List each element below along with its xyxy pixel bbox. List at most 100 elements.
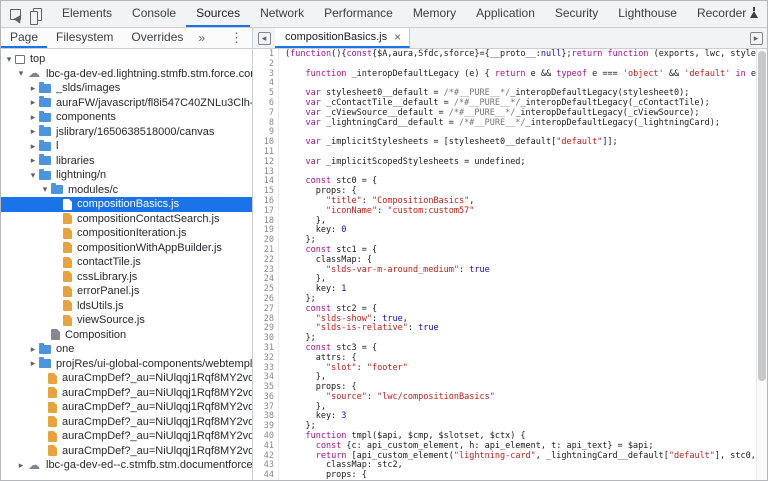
expander-icon[interactable]: ▸ bbox=[27, 98, 39, 107]
more-tabs-icon[interactable]: » bbox=[192, 28, 211, 48]
tree-item[interactable]: ldsUtils.js bbox=[1, 299, 252, 314]
tree-item[interactable]: ▾ modules/c bbox=[1, 183, 252, 198]
tree-item[interactable]: ▾ lightning/n bbox=[1, 168, 252, 183]
folder-icon bbox=[39, 357, 51, 369]
tree-item[interactable]: Composition bbox=[1, 328, 252, 343]
devtools-tab-application[interactable]: Application bbox=[466, 1, 545, 27]
tree-item-label: errorPanel.js bbox=[77, 285, 140, 298]
navigator-toggle-icon[interactable] bbox=[253, 28, 275, 48]
tree-item[interactable]: ▸ l bbox=[1, 139, 252, 154]
code-line: function _interopDefaultLegacy (e) { ret… bbox=[305, 68, 756, 79]
tab-label: Memory bbox=[412, 6, 457, 20]
tree-item[interactable]: viewSource.js bbox=[1, 313, 252, 328]
tree-item[interactable]: ▸ one bbox=[1, 342, 252, 357]
open-file-tab[interactable]: compositionBasics.js × bbox=[275, 28, 411, 48]
expander-icon[interactable]: ▸ bbox=[27, 344, 39, 354]
code-line: "slds-is-relative": true bbox=[315, 323, 439, 334]
tree-item-label: Composition bbox=[65, 328, 127, 341]
inspect-element-icon[interactable] bbox=[10, 8, 21, 20]
tree-item[interactable]: ▾ top bbox=[1, 52, 252, 67]
frame-icon bbox=[15, 54, 25, 64]
tree-item[interactable]: compositionWithAppBuilder.js bbox=[1, 241, 252, 256]
expander-icon[interactable]: ▸ bbox=[27, 359, 39, 368]
tree-item[interactable]: compositionBasics.js bbox=[1, 197, 252, 212]
devtools-tab-lighthouse[interactable]: Lighthouse bbox=[608, 1, 687, 27]
scrollbar-thumb[interactable] bbox=[758, 51, 766, 381]
tree-item-label: l bbox=[56, 140, 59, 153]
tree-item-label: auraCmpDef?_au=NiUlqqj1Rqf8MY2vqe_wkA&_c bbox=[62, 372, 252, 385]
devtools-tab-performance[interactable]: Performance bbox=[314, 1, 403, 27]
tree-item-label: cssLibrary.js bbox=[77, 270, 138, 283]
devtools-tab-memory[interactable]: Memory bbox=[403, 1, 466, 27]
devtools-tab-sources[interactable]: Sources bbox=[186, 1, 251, 27]
expander-icon[interactable]: ▾ bbox=[3, 54, 15, 64]
close-tab-icon[interactable]: × bbox=[394, 31, 401, 43]
tree-item[interactable]: ▸ libraries bbox=[1, 154, 252, 169]
tree-item-label: compositionBasics.js bbox=[77, 198, 180, 211]
tree-item[interactable]: ▸ components bbox=[1, 110, 252, 125]
devtools-tab-console[interactable]: Console bbox=[122, 1, 186, 27]
tree-item[interactable]: auraCmpDef?_au=NiUlqqj1Rqf8MY2vqe_wkA&_c bbox=[1, 371, 252, 386]
tree-item[interactable]: errorPanel.js bbox=[1, 284, 252, 299]
tree-item-label: ldsUtils.js bbox=[77, 299, 124, 312]
devtools-body: PageFilesystemOverrides » ⋮ ▾top▾lbc-ga-… bbox=[1, 28, 767, 480]
expander-icon[interactable]: ▸ bbox=[27, 127, 39, 136]
tree-item[interactable]: ▸ lbc-ga-dev-ed--c.stmfb.stm.documentforc… bbox=[1, 458, 252, 473]
devtools-tab-recorder[interactable]: Recorder bbox=[687, 1, 767, 27]
tree-item-label: auraFW/javascript/fl8i547C40ZNLu3Clh-9fw bbox=[56, 96, 252, 109]
navigator-tabs: Page Filesystem Overrides bbox=[1, 28, 192, 48]
tree-item[interactable]: compositionContactSearch.js bbox=[1, 212, 252, 227]
tree-item[interactable]: auraCmpDef?_au=NiUlqqj1Rqf8MY2vqe_wkA&_c bbox=[1, 386, 252, 401]
expander-icon[interactable]: ▸ bbox=[27, 83, 39, 93]
tree-item-label: auraCmpDef?_au=NiUlqqj1Rqf8MY2vqe_wkA&_c bbox=[62, 401, 252, 414]
tree-item[interactable]: compositionIteration.js bbox=[1, 226, 252, 241]
line-number[interactable]: 44 bbox=[253, 470, 274, 480]
tab-label: Console bbox=[132, 6, 177, 20]
editor-options-icon[interactable] bbox=[745, 28, 767, 48]
tab-label: Performance bbox=[324, 6, 393, 20]
expander-icon[interactable]: ▸ bbox=[27, 112, 39, 122]
code-editor[interactable]: 1 2 3 4 5 6 7 8 9 10 11 12 13 14 15 16 17 18 19 20 21 22 23 24 2… bbox=[253, 49, 767, 480]
tree-item[interactable]: auraCmpDef?_au=NiUlqqj1Rqf8MY2vqe_wkA&_c bbox=[1, 400, 252, 415]
tree-item[interactable]: ▸ jslibrary/1650638518000/canvas bbox=[1, 125, 252, 140]
navigator-tab-page[interactable]: Page bbox=[1, 28, 48, 48]
devtools-tab-elements[interactable]: Elements bbox=[52, 1, 122, 27]
tree-item[interactable]: ▸ projRes/ui-global-components/webtemplat… bbox=[1, 357, 252, 372]
expander-icon[interactable]: ▸ bbox=[27, 141, 39, 151]
tab-label: Recorder bbox=[696, 6, 747, 20]
file-icon bbox=[63, 271, 72, 283]
expander-icon[interactable]: ▾ bbox=[27, 170, 39, 180]
tree-item[interactable]: auraCmpDef?_au=NiUlqqj1Rqf8MY2vqe_wkA&_c bbox=[1, 444, 252, 459]
line-number-gutter[interactable]: 1 2 3 4 5 6 7 8 9 10 11 12 13 14 15 16 17 18 19 20 21 22 23 24 2… bbox=[253, 49, 279, 480]
tree-item[interactable]: ▸ _slds/images bbox=[1, 81, 252, 96]
folder-icon bbox=[39, 96, 51, 108]
file-icon bbox=[63, 242, 72, 254]
tree-item[interactable]: cssLibrary.js bbox=[1, 270, 252, 285]
tree-item-label: top bbox=[30, 53, 46, 66]
expander-icon[interactable]: ▾ bbox=[39, 185, 51, 194]
expander-icon[interactable]: ▸ bbox=[15, 460, 27, 470]
folder-icon bbox=[39, 81, 51, 93]
tree-item-label: lightning/n bbox=[56, 169, 107, 182]
devtools-tab-security[interactable]: Security bbox=[545, 1, 608, 27]
vertical-scrollbar[interactable] bbox=[756, 49, 767, 480]
expander-icon[interactable]: ▾ bbox=[15, 69, 27, 78]
tree-item[interactable]: auraCmpDef?_au=NiUlqqj1Rqf8MY2vqe_wkA&_c bbox=[1, 415, 252, 430]
kebab-menu-icon[interactable]: ⋮ bbox=[221, 28, 252, 48]
device-toolbar-icon[interactable] bbox=[30, 7, 42, 25]
tab-label: Elements bbox=[62, 6, 113, 20]
tree-item[interactable]: ▸ auraFW/javascript/fl8i547C40ZNLu3Clh-9f… bbox=[1, 96, 252, 111]
code-line: "source": "lwc/compositionBasics" bbox=[325, 391, 495, 402]
devtools-tab-network[interactable]: Network bbox=[250, 1, 314, 27]
tree-item[interactable]: auraCmpDef?_au=NiUlqqj1Rqf8MY2vqe_wkA&_c bbox=[1, 429, 252, 444]
file-icon bbox=[63, 300, 72, 312]
navigator-tab-filesystem[interactable]: Filesystem bbox=[47, 28, 122, 48]
navigator-tab-overrides[interactable]: Overrides bbox=[122, 28, 192, 48]
tree-item[interactable]: contactTile.js bbox=[1, 255, 252, 270]
folder-icon bbox=[39, 139, 51, 151]
tree-item-label: auraCmpDef?_au=NiUlqqj1Rqf8MY2vqe_wkA&_c bbox=[62, 430, 252, 443]
tab-label: Lighthouse bbox=[618, 6, 677, 20]
tree-item[interactable]: ▾ lbc-ga-dev-ed.lightning.stmfb.stm.force… bbox=[1, 67, 252, 82]
expander-icon[interactable]: ▸ bbox=[27, 156, 39, 165]
code-line: }, bbox=[285, 401, 326, 412]
